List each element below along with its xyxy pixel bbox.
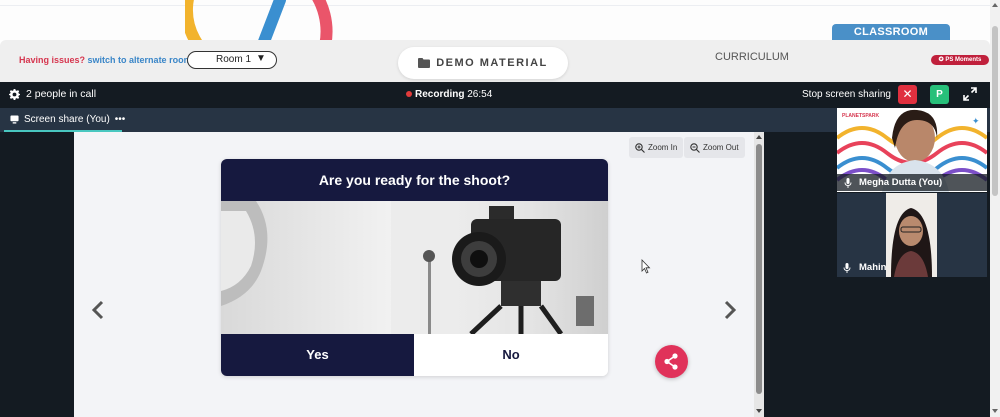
alternate-room-notice: Having issues? switch to alternate room <box>19 55 192 65</box>
scrollbar-thumb[interactable] <box>756 144 762 394</box>
demo-material-label: DEMO MATERIAL <box>436 57 548 69</box>
zoom-out-icon <box>690 142 700 153</box>
ps-moments-label: PS Moments <box>945 57 982 63</box>
close-icon: ✕ <box>902 87 913 101</box>
microphone-icon[interactable] <box>844 178 852 188</box>
scroll-up-icon[interactable] <box>992 3 998 7</box>
scroll-down-icon[interactable] <box>992 409 998 413</box>
room-select[interactable]: Room 1 ▼ <box>187 51 277 69</box>
call-header: 2 people in call Recording 26:54 Stop sc… <box>0 82 990 108</box>
participant-name-mahin: Mahin <box>859 262 887 273</box>
no-button[interactable]: No <box>414 334 608 376</box>
microphone-icon[interactable] <box>843 263 851 273</box>
camera-photo <box>221 201 608 334</box>
people-count[interactable]: 2 people in call <box>9 88 96 100</box>
caret-down-icon: ▼ <box>256 53 266 64</box>
participant-photo-mahin <box>886 193 937 277</box>
switch-room-link[interactable]: switch to alternate room <box>88 55 192 65</box>
zoom-out-label: Zoom Out <box>703 143 739 152</box>
share-icon <box>664 353 678 370</box>
zoom-in-button[interactable]: Zoom In <box>629 137 684 158</box>
zoom-in-label: Zoom In <box>648 143 678 152</box>
camera-icon: ✪ <box>938 57 944 63</box>
question-card: Are you ready for the shoot? Yes No <box>221 159 608 376</box>
recording-label: Recording <box>415 89 465 100</box>
monitor-icon <box>10 115 19 124</box>
chevron-right-icon[interactable] <box>722 300 738 320</box>
scroll-down-icon[interactable] <box>756 409 762 413</box>
zoom-out-button[interactable]: Zoom Out <box>684 137 745 158</box>
divider <box>0 5 990 6</box>
chevron-left-icon[interactable] <box>90 300 106 320</box>
fullscreen-icon[interactable] <box>963 87 977 101</box>
folder-icon <box>418 58 431 68</box>
recording-indicator: Recording 26:54 <box>406 89 492 100</box>
people-count-label: 2 people in call <box>26 88 97 100</box>
p-badge-button[interactable]: P <box>930 85 949 104</box>
mouse-cursor-icon <box>641 259 651 274</box>
share-button[interactable] <box>655 345 688 378</box>
participant-name-bar: Megha Dutta (You) <box>837 174 987 191</box>
question-title: Are you ready for the shoot? <box>221 159 608 201</box>
app-root: CLASSROOM Having issues? switch to alter… <box>0 0 1000 417</box>
page-scrollbar[interactable] <box>990 0 1000 417</box>
scrollbar-thumb[interactable] <box>992 26 998 196</box>
yes-button[interactable]: Yes <box>221 334 414 376</box>
record-dot-icon <box>406 91 412 98</box>
participant-name-self: Megha Dutta (You) <box>859 177 943 188</box>
demo-material-button[interactable]: DEMO MATERIAL <box>398 47 568 79</box>
planetspark-logo-text: PLANETSPARK <box>842 113 880 119</box>
more-options-icon[interactable]: ••• <box>115 114 126 125</box>
tab-screen-share[interactable]: Screen share (You) ••• <box>10 114 125 125</box>
scroll-up-icon[interactable] <box>756 135 762 139</box>
curriculum-tab[interactable]: CURRICULUM <box>715 51 789 63</box>
classroom-tab[interactable]: CLASSROOM <box>832 24 950 41</box>
stop-sharing-button[interactable]: ✕ <box>898 85 917 104</box>
issues-label: Having issues? <box>19 55 86 65</box>
recording-time: 26:54 <box>467 89 493 100</box>
zoom-in-icon <box>635 142 645 153</box>
svg-text:✦: ✦ <box>972 117 980 127</box>
ps-moments-button[interactable]: ✪ PS Moments <box>931 55 989 65</box>
screen-share-label: Screen share (You) <box>24 114 110 125</box>
stop-sharing-label: Stop screen sharing <box>802 89 891 100</box>
gear-icon[interactable] <box>9 88 20 100</box>
participant-video-mahin <box>886 193 937 277</box>
room-select-value: Room 1 <box>216 54 252 65</box>
slide-scrollbar[interactable] <box>754 132 764 417</box>
